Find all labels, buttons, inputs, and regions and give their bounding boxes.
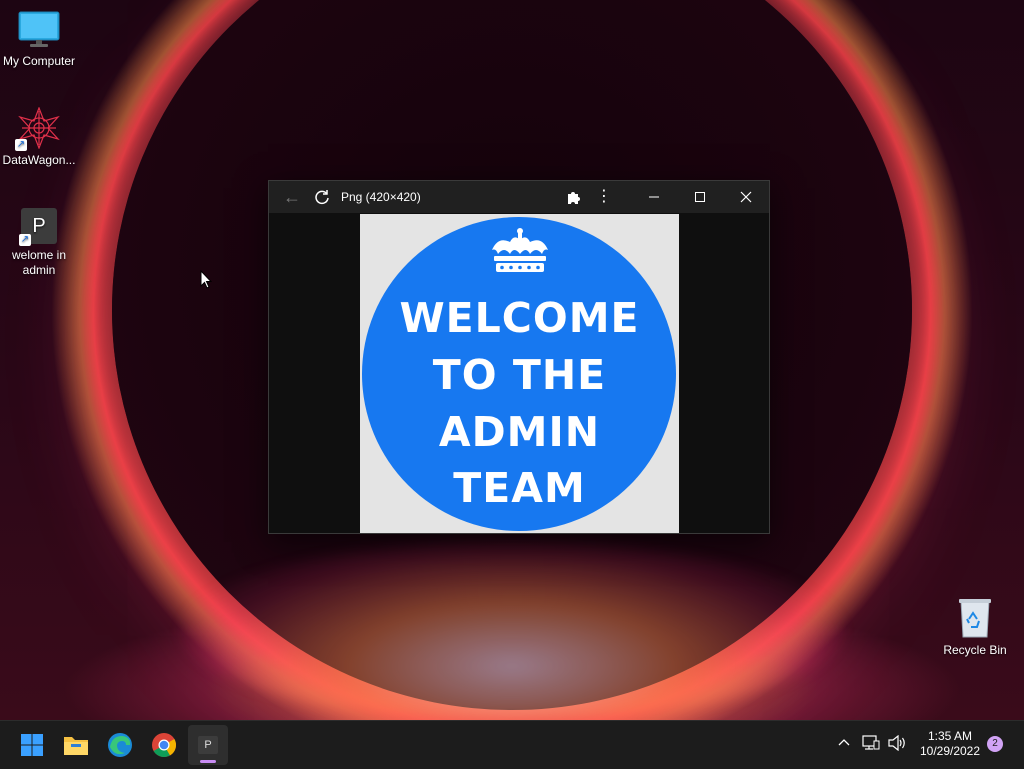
clock-button[interactable]: 1:35 AM 10/29/2022	[914, 729, 986, 759]
p-app-icon: P ↗	[19, 208, 57, 246]
chrome-icon	[152, 733, 177, 758]
desktop: My Computer ↗ DataWagon... P ↗ welome in…	[0, 0, 1024, 720]
image-viewer-window[interactable]: ← Png (420×420) ⋮ WELCOME TO THE ADMIN T…	[268, 180, 770, 534]
crown-icon	[484, 226, 556, 285]
close-button[interactable]	[723, 181, 769, 213]
minimize-button[interactable]	[631, 181, 677, 213]
show-hidden-icons-button[interactable]	[836, 735, 852, 756]
p-glyph: P	[32, 215, 46, 237]
back-button[interactable]: ←	[277, 181, 307, 213]
extensions-button[interactable]	[559, 181, 589, 213]
edge-button[interactable]	[100, 725, 140, 765]
more-options-button[interactable]: ⋮	[589, 181, 619, 213]
windows-logo-icon	[21, 734, 43, 756]
title-bar[interactable]: ← Png (420×420) ⋮	[269, 181, 769, 213]
window-title: Png (420×420)	[341, 190, 421, 204]
welcome-line-1: WELCOME	[399, 294, 640, 342]
network-icon	[862, 735, 880, 750]
active-indicator	[200, 760, 216, 763]
clock-time: 1:35 AM	[927, 729, 973, 743]
p-app-button[interactable]: P	[188, 725, 228, 765]
desktop-icon-label: DataWagon...	[2, 153, 76, 167]
notification-badge[interactable]: 2	[987, 736, 1003, 752]
network-button[interactable]	[862, 735, 880, 756]
maximize-icon	[695, 192, 705, 202]
reload-icon	[315, 190, 329, 205]
shortcut-arrow-icon: ↗	[15, 139, 27, 151]
clock-date: 10/29/2022	[919, 744, 981, 758]
monitor-icon	[18, 10, 60, 50]
desktop-icon-label: welome in admin	[11, 248, 67, 277]
recycle-bin-icon	[957, 597, 993, 639]
welcome-line-4: TEAM	[453, 464, 586, 512]
welcome-line-3: ADMIN	[438, 408, 601, 456]
close-icon	[740, 191, 752, 203]
file-explorer-button[interactable]	[56, 725, 96, 765]
desktop-icon-welome-in-admin[interactable]: P ↗ welome in admin	[1, 208, 77, 278]
taskbar: P 1:35 AM 10/29/2022 2	[0, 720, 1024, 769]
image-canvas: WELCOME TO THE ADMIN TEAM	[360, 214, 679, 533]
datawagon-icon: ↗	[15, 106, 61, 151]
volume-button[interactable]	[887, 734, 907, 756]
puzzle-icon	[568, 192, 580, 204]
desktop-icon-recycle-bin[interactable]: Recycle Bin	[937, 597, 1013, 658]
minimize-icon	[649, 196, 659, 198]
edge-icon	[108, 733, 132, 757]
notification-count: 2	[992, 738, 998, 749]
p-glyph: P	[204, 739, 212, 751]
mouse-cursor-icon	[200, 269, 213, 295]
maximize-button[interactable]	[677, 181, 723, 213]
shortcut-arrow-icon: ↗	[19, 234, 31, 246]
start-button[interactable]	[12, 725, 52, 765]
reload-button[interactable]	[307, 181, 337, 213]
speaker-icon	[888, 734, 905, 752]
p-app-icon: P	[198, 736, 218, 754]
desktop-icon-my-computer[interactable]: My Computer	[1, 10, 77, 69]
desktop-icon-datawagon[interactable]: ↗ DataWagon...	[1, 106, 77, 168]
desktop-icon-label: Recycle Bin	[943, 643, 1007, 657]
chrome-button[interactable]	[144, 725, 184, 765]
folder-icon	[64, 737, 88, 755]
more-vertical-icon: ⋮	[596, 188, 612, 205]
wallpaper-glow	[180, 540, 844, 720]
desktop-icon-label: My Computer	[2, 54, 76, 68]
arrow-left-icon: ←	[283, 186, 301, 207]
chevron-up-icon	[838, 739, 850, 746]
welcome-line-2: TO THE	[432, 351, 607, 399]
